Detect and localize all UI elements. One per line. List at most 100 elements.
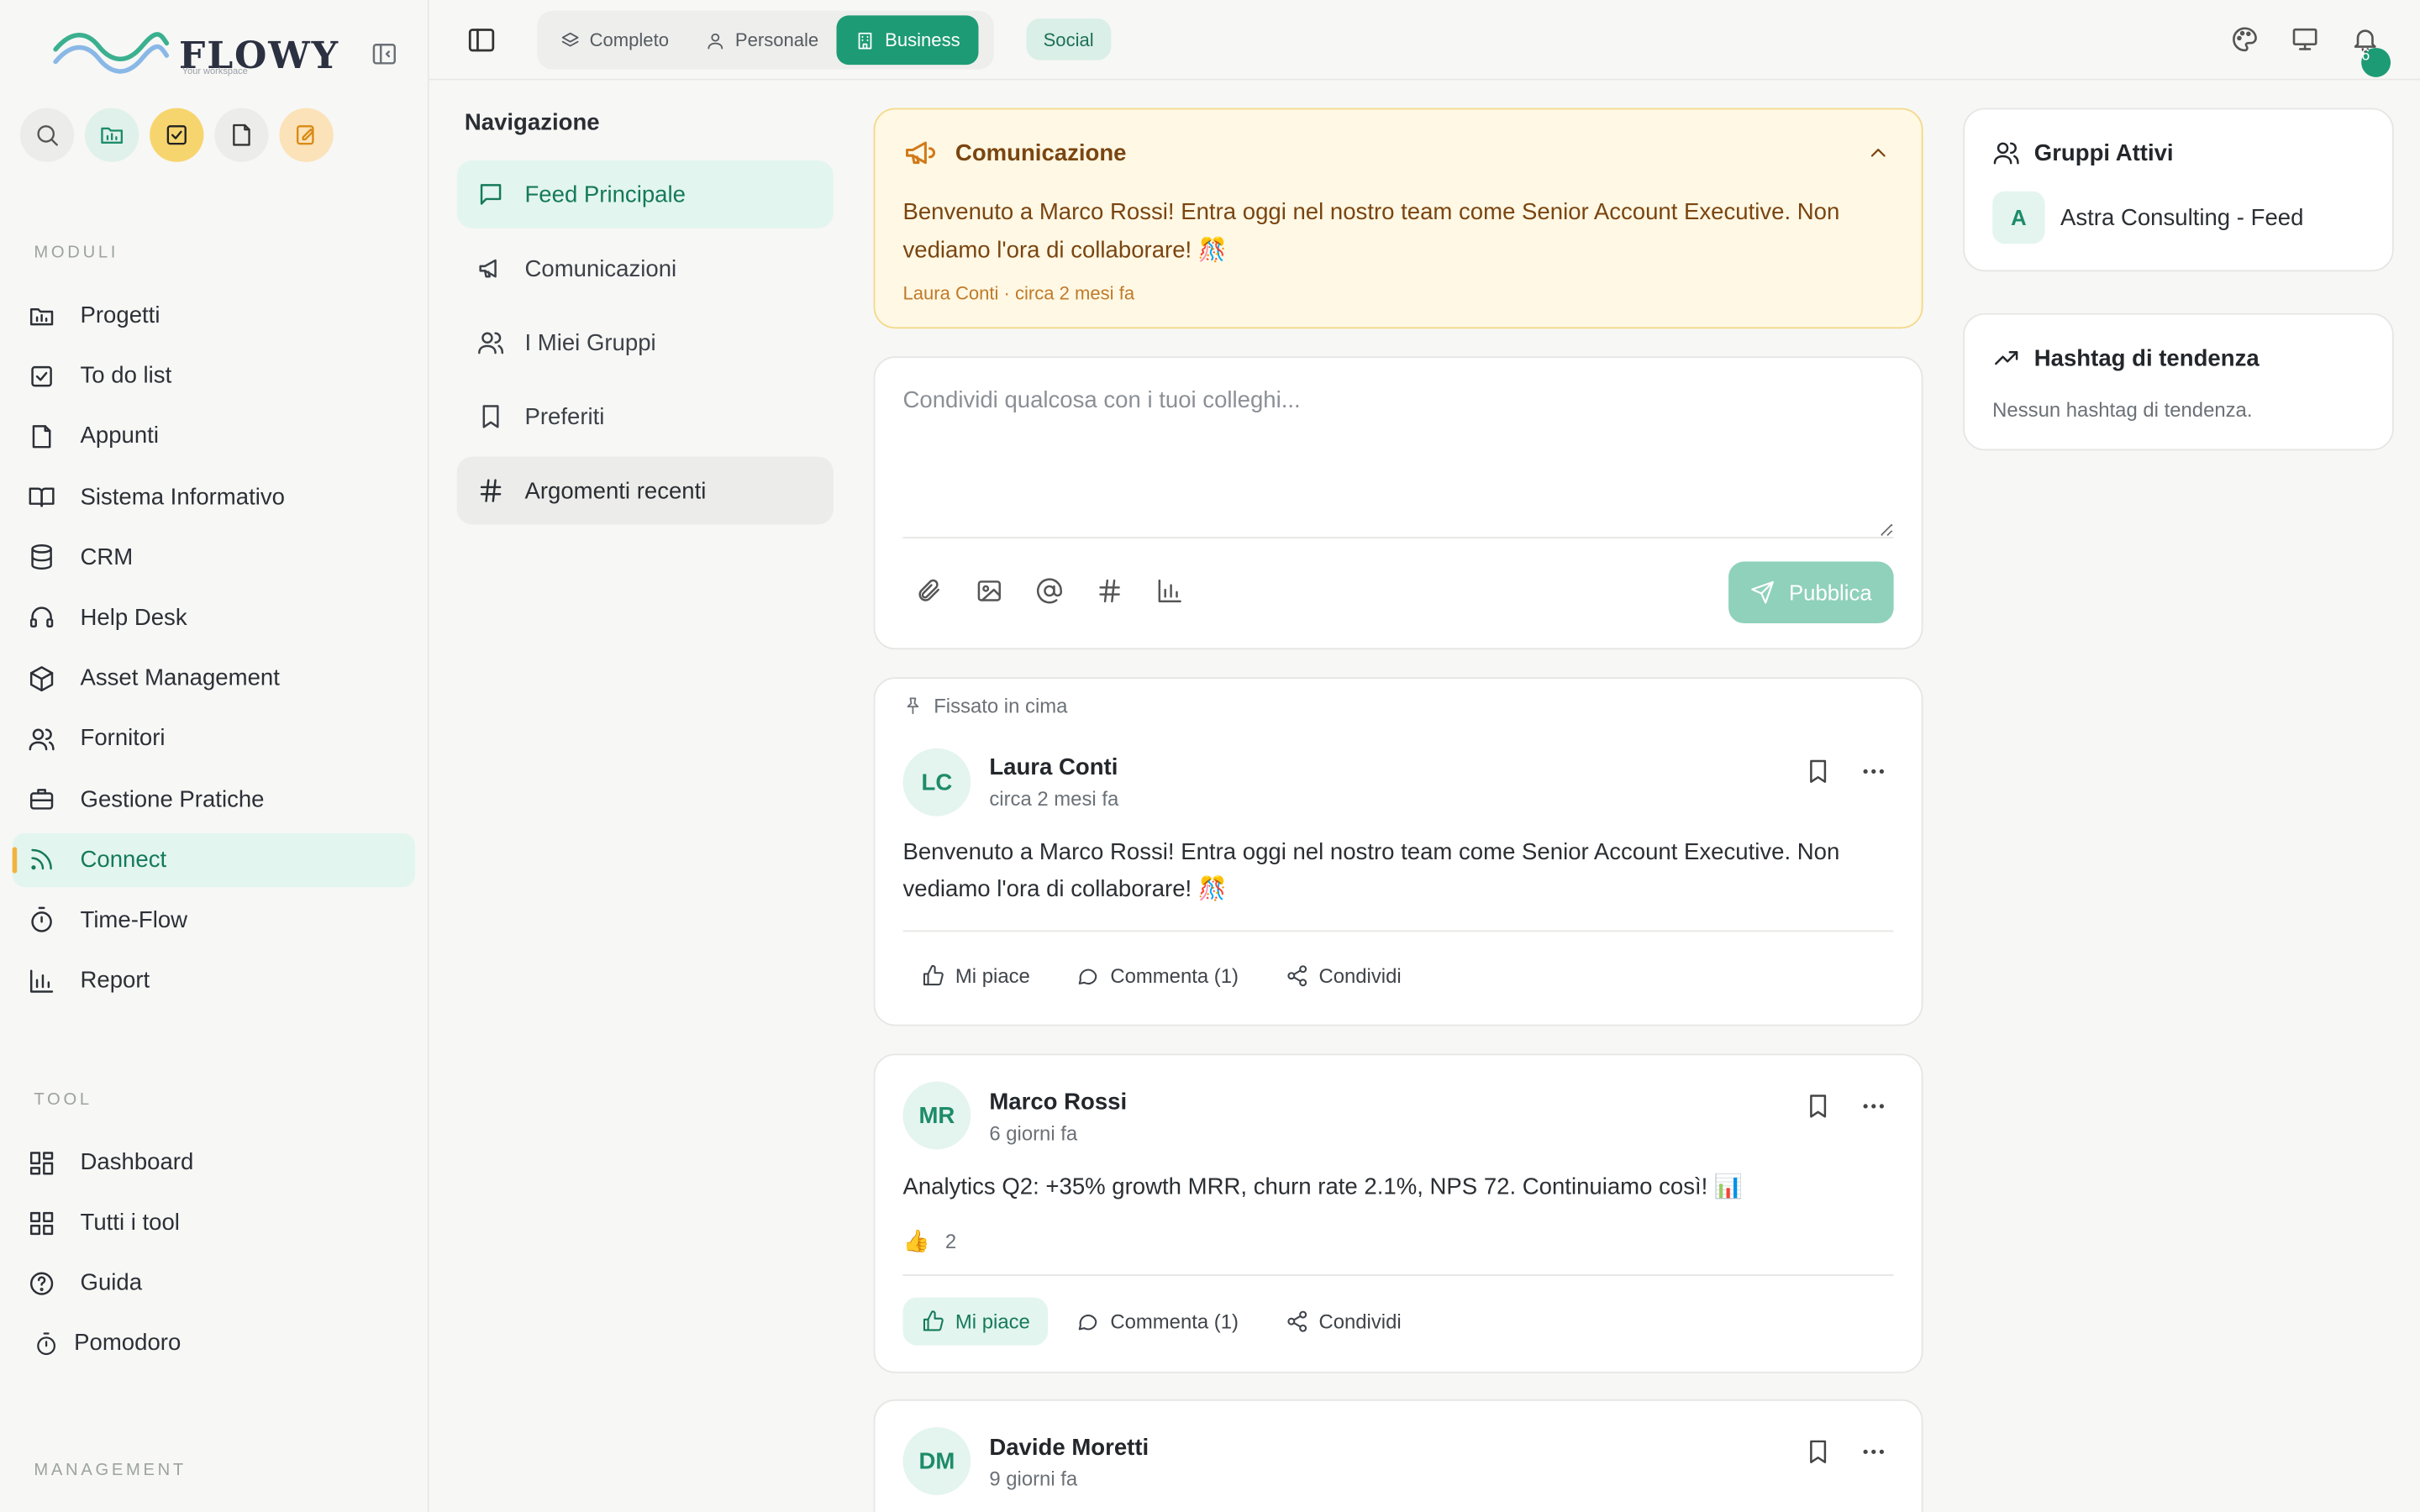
more-options-button[interactable]	[1860, 1438, 1887, 1466]
attach-button[interactable]	[915, 577, 943, 605]
checkbox-icon	[166, 125, 187, 145]
sidebar-item-fornitori[interactable]: Fornitori	[13, 711, 415, 765]
more-options-button[interactable]	[1860, 758, 1887, 785]
nav-preferiti[interactable]: Preferiti	[457, 383, 834, 451]
comment-label: Commenta (1)	[1110, 963, 1239, 988]
tool-section-label: TOOL	[34, 1090, 92, 1110]
tab-completo[interactable]: Completo	[542, 15, 687, 65]
top-actions: 6	[2230, 24, 2391, 77]
post-author[interactable]: Marco Rossi	[989, 1089, 1127, 1116]
at-sign-icon	[1036, 578, 1062, 604]
post-time: circa 2 mesi fa	[989, 786, 1119, 811]
announcement-header[interactable]: Comunicazione	[902, 136, 1127, 170]
grid-icon	[29, 1211, 54, 1235]
sidebar-item-label: CRM	[80, 543, 134, 571]
post-time: 6 giorni fa	[989, 1121, 1078, 1145]
quick-actions	[19, 108, 334, 162]
post-author[interactable]: Davide Moretti	[989, 1435, 1149, 1461]
sidebar-item-time-flow[interactable]: Time-Flow	[13, 893, 415, 947]
feed-scope-tabs: Completo Personale Business	[537, 10, 994, 70]
comment-icon	[1079, 1314, 1098, 1331]
bookmark-button[interactable]	[1804, 1438, 1832, 1466]
poll-button[interactable]	[1156, 577, 1184, 605]
nav-argomenti-recenti[interactable]: Argomenti recenti	[456, 456, 834, 525]
publish-button[interactable]: Pubblica	[1728, 561, 1894, 624]
sidebar-item-label: Help Desk	[80, 604, 187, 632]
search-icon	[37, 125, 58, 146]
checkbox-icon	[31, 365, 52, 386]
post-divider	[902, 1274, 1894, 1276]
sidebar-item-label: Dashboard	[80, 1149, 194, 1176]
avatar[interactable]: DM	[902, 1426, 971, 1495]
collapse-sidebar-icon[interactable]	[371, 40, 398, 68]
trending-up-icon	[1995, 350, 2018, 365]
quick-edit-note-button[interactable]	[279, 108, 334, 162]
sidebar-item-sistema-informativo[interactable]: Sistema Informativo	[13, 470, 415, 523]
building-icon	[859, 31, 873, 49]
post-author[interactable]: Laura Conti	[989, 754, 1118, 780]
post-composer-input[interactable]	[902, 387, 1894, 539]
sidebar-item-help-desk[interactable]: Help Desk	[13, 591, 415, 644]
share-button[interactable]: Condividi	[1266, 952, 1420, 1000]
sidebar-item-tutti-i-tool[interactable]: Tutti i tool	[13, 1196, 415, 1250]
database-icon	[31, 544, 52, 570]
mention-button[interactable]	[1035, 577, 1063, 605]
panel-toggle-icon[interactable]	[466, 24, 497, 55]
nav-i-miei-gruppi[interactable]: I Miei Gruppi	[457, 308, 834, 376]
sidebar-item-connect[interactable]: Connect	[12, 832, 416, 887]
wave-logo-icon	[53, 32, 170, 74]
nav-item-label: Argomenti recenti	[524, 477, 707, 504]
sidebar-item-dashboard[interactable]: Dashboard	[13, 1136, 415, 1189]
nav-feed-principale[interactable]: Feed Principale	[456, 160, 834, 228]
sidebar-item-appunti[interactable]: Appunti	[13, 409, 415, 463]
tab-personale[interactable]: Personale	[687, 15, 837, 65]
chevron-up-icon[interactable]	[1866, 140, 1891, 165]
sidebar-item-asset-management[interactable]: Asset Management	[13, 651, 415, 705]
hashtag-button[interactable]	[1096, 577, 1123, 605]
reaction-summary[interactable]: 👍 2	[902, 1228, 956, 1254]
comment-button[interactable]: Commenta (1)	[1058, 1298, 1257, 1346]
nav-comunicazioni[interactable]: Comunicazioni	[457, 234, 834, 302]
pomodoro-timer[interactable]: Pomodoro	[34, 1330, 181, 1356]
like-button[interactable]: Mi piace	[902, 1297, 1049, 1346]
like-button[interactable]: Mi piace	[902, 952, 1048, 1000]
sidebar-item-gestione-pratiche[interactable]: Gestione Pratiche	[13, 772, 415, 826]
poll-chart-icon	[1158, 579, 1181, 603]
avatar[interactable]: LC	[902, 748, 971, 816]
management-section-label: MANAGEMENT	[34, 1461, 187, 1480]
folder-chart-icon	[101, 127, 124, 144]
sidebar-item-label: To do list	[80, 362, 172, 390]
tab-business[interactable]: Business	[837, 15, 979, 66]
theme-button[interactable]	[2230, 24, 2260, 54]
dashboard-icon	[29, 1151, 54, 1174]
quick-notes-button[interactable]	[214, 108, 269, 162]
message-icon	[480, 184, 502, 205]
modules-menu: Progetti To do list Appunti Sistema Info…	[12, 288, 416, 1014]
active-groups-card: Gruppi Attivi A Astra Consulting - Feed	[1963, 108, 2394, 272]
megaphone-icon	[479, 259, 497, 278]
like-label: Mi piace	[955, 1310, 1030, 1333]
sidebar-item-todo[interactable]: To do list	[13, 349, 415, 402]
sidebar-item-crm[interactable]: CRM	[13, 530, 415, 584]
notifications-button[interactable]: 6	[2350, 24, 2391, 77]
quick-projects-button[interactable]	[85, 108, 139, 162]
share-button[interactable]: Condividi	[1266, 1298, 1420, 1346]
quick-todo-button[interactable]	[150, 108, 204, 162]
sidebar-item-report[interactable]: Report	[13, 953, 415, 1007]
display-button[interactable]	[2291, 24, 2320, 54]
brand-logo[interactable]: FLOWY Your workspace	[52, 28, 339, 80]
bookmark-button[interactable]	[1804, 758, 1832, 785]
more-options-button[interactable]	[1860, 1092, 1887, 1120]
avatar[interactable]: MR	[902, 1081, 971, 1150]
sidebar-item-progetti[interactable]: Progetti	[13, 288, 415, 342]
quick-search-button[interactable]	[19, 108, 75, 162]
sidebar-item-guida[interactable]: Guida	[13, 1257, 415, 1310]
group-item[interactable]: A Astra Consulting - Feed	[1992, 191, 2303, 244]
bookmark-button[interactable]	[1804, 1092, 1832, 1120]
thumbs-up-icon	[923, 1310, 944, 1331]
image-button[interactable]	[976, 577, 1003, 605]
post-time: 9 giorni fa	[989, 1467, 1078, 1491]
tab-social[interactable]: Social	[1026, 18, 1111, 60]
comment-button[interactable]: Commenta (1)	[1058, 952, 1257, 1000]
palette-icon	[2233, 27, 2257, 52]
